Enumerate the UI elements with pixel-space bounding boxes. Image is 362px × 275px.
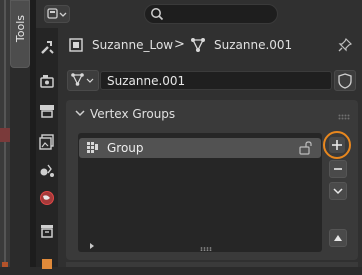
pin-icon[interactable] (337, 37, 353, 53)
breadcrumb-object: Suzanne_Low (92, 38, 174, 52)
shield-icon (338, 73, 352, 89)
vertex-groups-title: Vertex Groups (90, 107, 176, 121)
search-input[interactable] (144, 4, 278, 24)
chevron-down-icon[interactable] (74, 107, 86, 119)
mesh-name-value: Suzanne.001 (107, 74, 186, 88)
tab-tools-label: Tools (14, 15, 27, 43)
render-icon[interactable] (37, 72, 57, 92)
drag-handle-icon[interactable] (338, 109, 350, 120)
scene-icon[interactable] (37, 160, 57, 180)
vertex-group-icon (86, 141, 100, 155)
list-resize-handle[interactable] (200, 240, 214, 252)
chevron-down-icon (333, 188, 343, 195)
move-up-button[interactable] (329, 229, 347, 247)
lock-icon[interactable] (298, 141, 314, 155)
triangle-up-icon (334, 235, 342, 241)
object-icon (68, 37, 84, 53)
next-panel-edge (66, 262, 358, 267)
remove-button[interactable] (329, 160, 347, 178)
tab-tools[interactable]: Tools (10, 0, 30, 68)
breadcrumb-mesh: Suzanne.001 (214, 38, 293, 52)
fake-user-button[interactable] (334, 70, 356, 91)
view-layer-icon[interactable] (37, 132, 57, 152)
minus-icon (334, 168, 342, 170)
output-icon[interactable] (37, 101, 57, 121)
search-icon (151, 8, 164, 21)
specials-menu-button[interactable] (329, 182, 347, 200)
viewport-edge (0, 0, 10, 267)
world-icon[interactable] (37, 188, 57, 208)
list-filter-toggle-icon[interactable] (88, 239, 96, 249)
add-button-highlight (323, 131, 351, 159)
vertex-group-name[interactable]: Group (107, 141, 144, 155)
breadcrumb-separator: > (174, 37, 185, 52)
tool-icon[interactable] (37, 38, 57, 58)
mesh-browse-button[interactable] (67, 70, 99, 91)
editor-type-button[interactable] (44, 5, 70, 23)
mesh-name-field[interactable]: Suzanne.001 (100, 71, 332, 90)
collection-icon[interactable] (37, 221, 57, 241)
mesh-data-icon (190, 37, 206, 53)
object-properties-icon[interactable] (37, 255, 57, 275)
